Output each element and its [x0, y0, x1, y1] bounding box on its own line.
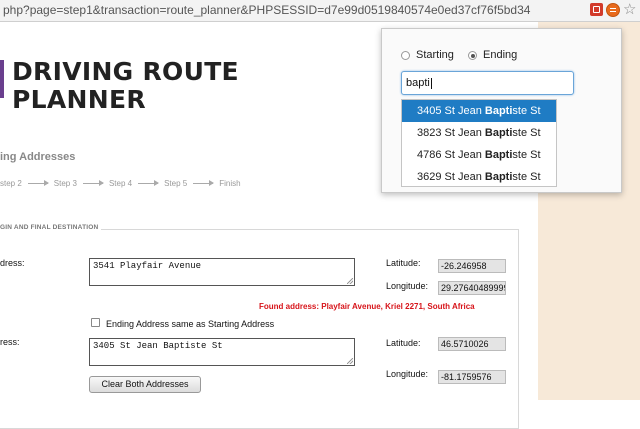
clear-both-addresses-button[interactable]: Clear Both Addresses [89, 376, 201, 393]
step-arrow [27, 180, 49, 187]
starting-address-textarea[interactable]: 3541 Playfair Avenue [89, 258, 355, 286]
suggestion-match: Bapti [484, 105, 513, 117]
suggestion-match: Bapti [484, 127, 513, 139]
address-search-input[interactable]: bapti [401, 71, 574, 95]
step-4: Step 4 [108, 179, 133, 189]
suggestion-text: 3823 St Jean [417, 127, 485, 139]
logo-line-1: DRIVING ROUTE [12, 57, 239, 86]
suggestion-text: ste St [512, 127, 541, 139]
pdf-extension-icon[interactable] [590, 3, 603, 16]
starting-address-label: dress: [0, 258, 25, 268]
suggestion-item[interactable]: 4786 St Jean Baptiste St [402, 144, 556, 166]
url-text[interactable]: php?page=step1&transaction=route_planner… [3, 3, 530, 17]
step-3: Step 3 [53, 179, 77, 189]
start-longitude-label: Longitude: [386, 281, 429, 291]
starting-address-value: 3541 Playfair Avenue [93, 261, 202, 271]
end-longitude-field[interactable]: -81.1759576 [438, 370, 506, 384]
step-arrow [193, 180, 215, 187]
end-latitude-label: Latitude: [386, 338, 421, 348]
step-5: Step 5 [164, 179, 188, 189]
resize-grip-icon[interactable] [347, 358, 353, 364]
starting-radio[interactable] [401, 51, 410, 60]
end-latitude-field[interactable]: 46.5710026 [438, 337, 506, 351]
found-address-message: Found address: Playfair Avenue, Kriel 22… [259, 302, 475, 311]
suggestion-match: Bapti [484, 171, 513, 183]
section-title: ing Addresses [0, 151, 76, 163]
same-address-checkbox[interactable] [91, 318, 100, 327]
start-longitude-field[interactable]: 29.27640489999 [438, 281, 506, 295]
same-address-label[interactable]: Ending Address same as Starting Address [106, 319, 274, 329]
step-arrow [138, 180, 160, 187]
bookmark-star-icon[interactable]: ☆ [623, 0, 636, 18]
logo-mark [0, 60, 4, 98]
ending-radio[interactable] [468, 51, 477, 60]
suggestion-match: Bapti [484, 149, 513, 161]
suggestion-item[interactable]: 3405 St Jean Baptiste St [402, 100, 556, 122]
step-finish: Finish [219, 179, 241, 189]
suggestion-text: ste St [512, 149, 541, 161]
suggestion-text: 4786 St Jean [417, 149, 485, 161]
resize-grip-icon[interactable] [347, 278, 353, 284]
suggestion-item[interactable]: 3823 St Jean Baptiste St [402, 122, 556, 144]
starting-radio-label[interactable]: Starting [416, 49, 454, 61]
ending-address-textarea[interactable]: 3405 St Jean Baptiste St [89, 338, 355, 366]
ending-address-label: ress: [0, 337, 20, 347]
suggestion-text: ste St [512, 171, 541, 183]
step-indicator: step 2 Step 3 Step 4 Step 5 Finish [0, 179, 241, 188]
ending-radio-label[interactable]: Ending [483, 49, 517, 61]
end-longitude-label: Longitude: [386, 369, 429, 379]
start-latitude-label: Latitude: [386, 258, 421, 268]
suggestion-text: 3405 St Jean [417, 105, 485, 117]
route-planner-extension-icon[interactable] [606, 3, 620, 17]
step-arrow [82, 180, 104, 187]
fieldset-legend: GIN AND FINAL DESTINATION [0, 224, 102, 231]
step-2: step 2 [0, 179, 22, 189]
start-latitude-field[interactable]: -26.246958 [438, 259, 506, 273]
logo-line-2: PLANNER [12, 85, 146, 114]
suggestion-item[interactable]: 3629 St Jean Baptiste St [402, 166, 556, 186]
browser-url-bar[interactable]: php?page=step1&transaction=route_planner… [0, 0, 640, 22]
suggestion-dropdown: 3405 St Jean Baptiste St 3823 St Jean Ba… [401, 99, 557, 187]
site-logo: DRIVING ROUTE PLANNER [12, 58, 239, 114]
ending-address-value: 3405 St Jean Baptiste St [93, 341, 223, 351]
text-caret [430, 77, 432, 89]
search-input-value: bapti [406, 77, 430, 89]
suggestion-text: ste St [512, 105, 541, 117]
suggestion-text: 3629 St Jean [417, 171, 485, 183]
